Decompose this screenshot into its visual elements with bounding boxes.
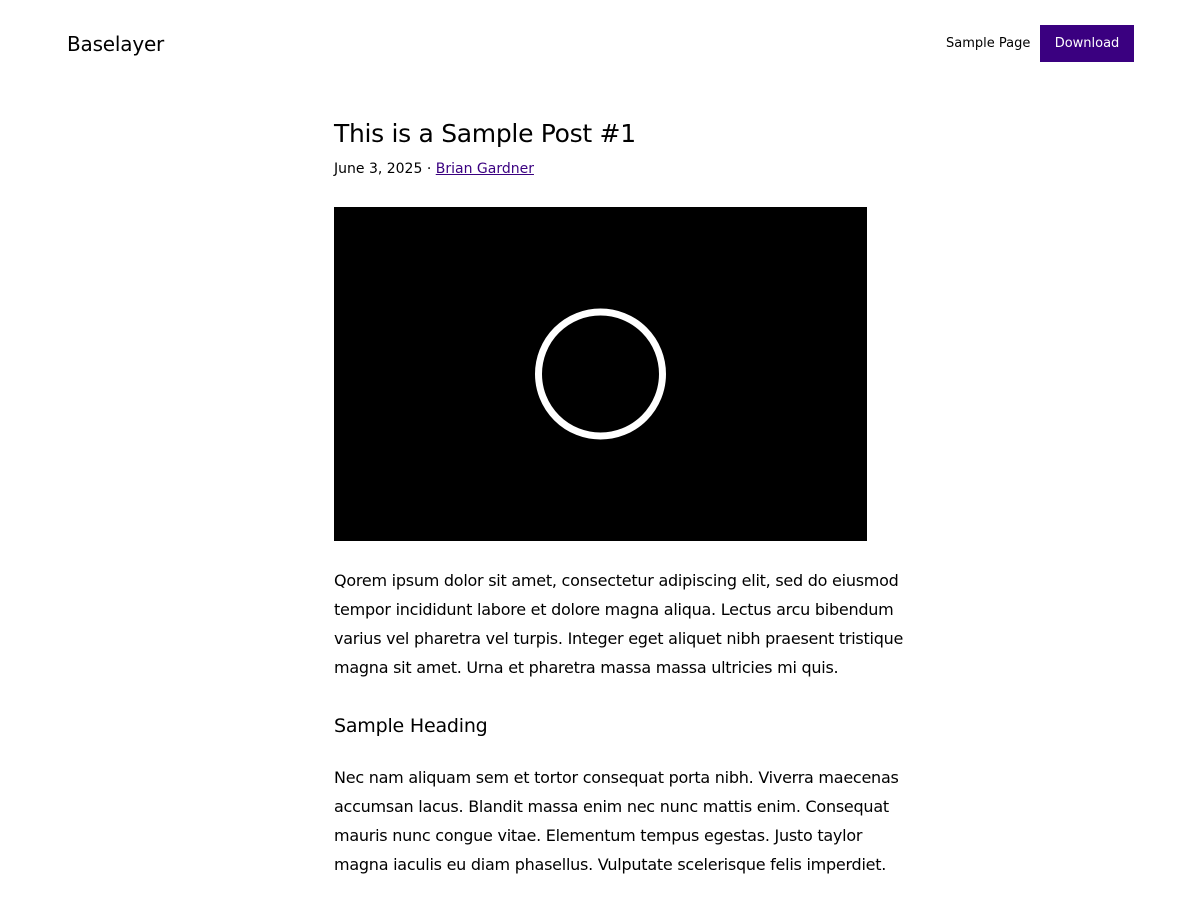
- paragraph-line: magna sit amet. Urna et pharetra massa m…: [334, 658, 839, 677]
- paragraph-line: mauris nunc congue vitae. Elementum temp…: [334, 826, 863, 845]
- author-link[interactable]: Brian Gardner: [436, 161, 534, 177]
- paragraph-line: Qorem ipsum dolor sit amet, consectetur …: [334, 571, 899, 590]
- section-heading: Sample Heading: [334, 715, 488, 737]
- site-title-link[interactable]: Baselayer: [67, 30, 164, 58]
- paragraph-line: magna iaculis eu diam phasellus. Vulputa…: [334, 855, 887, 874]
- paragraph-line: tempor incididunt labore et dolore magna…: [334, 600, 894, 619]
- meta-separator: ·: [426, 161, 432, 177]
- post-date: June 3, 2025: [334, 161, 423, 177]
- post-paragraph: Nec nam aliquam sem et tortor consequat …: [334, 763, 899, 879]
- paragraph-line: varius vel pharetra vel turpis. Integer …: [334, 629, 904, 648]
- site-header: Baselayer Sample Page Download: [0, 0, 1200, 88]
- paragraph-line: Nec nam aliquam sem et tortor consequat …: [334, 768, 899, 787]
- post-meta: June 3, 2025 · Brian Gardner: [334, 158, 534, 180]
- post-paragraph: Qorem ipsum dolor sit amet, consectetur …: [334, 566, 904, 682]
- nav-link-sample-page[interactable]: Sample Page: [946, 33, 1030, 55]
- loading-spinner-icon: [535, 308, 666, 440]
- post-title: This is a Sample Post #1: [334, 119, 636, 148]
- paragraph-line: accumsan lacus. Blandit massa enim nec n…: [334, 797, 889, 816]
- download-button[interactable]: Download: [1040, 25, 1134, 62]
- video-player[interactable]: [334, 207, 867, 541]
